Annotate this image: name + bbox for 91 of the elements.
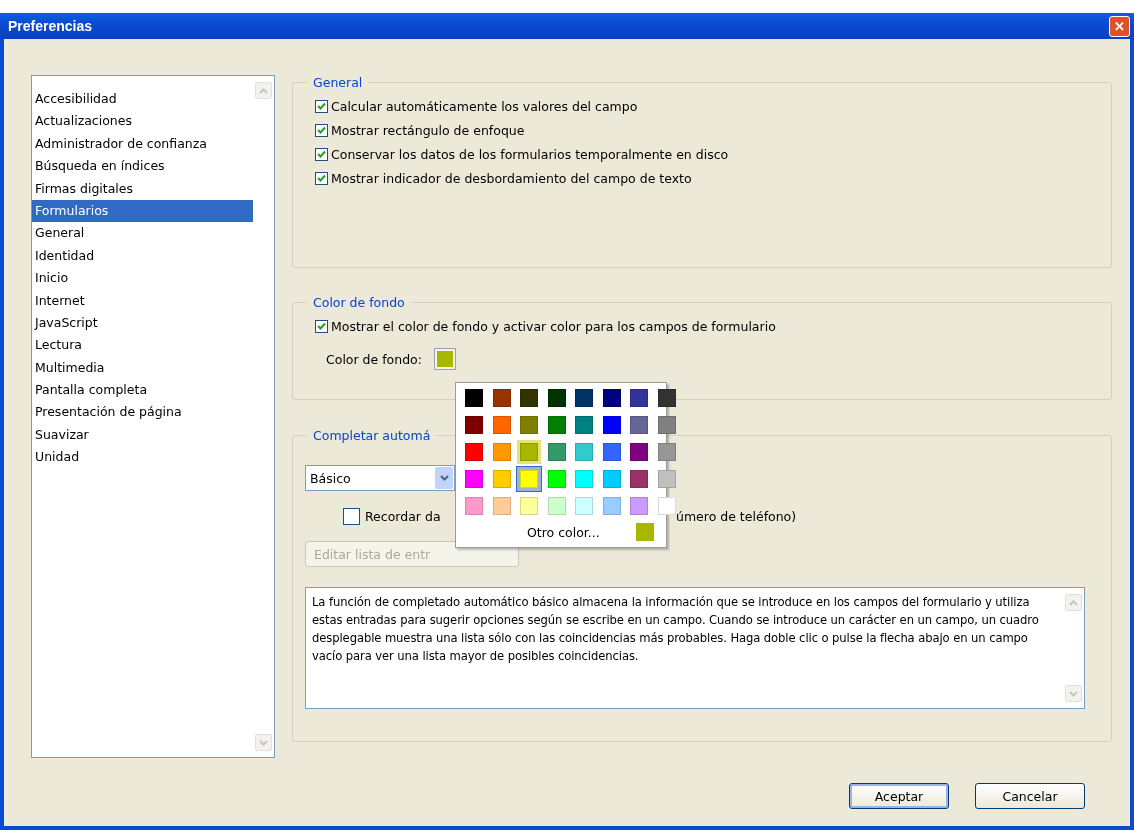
color-swatch[interactable] <box>465 389 483 407</box>
category-item[interactable]: Presentación de página <box>32 401 253 424</box>
category-item[interactable]: Suavizar <box>32 423 253 447</box>
color-swatch[interactable] <box>520 389 538 407</box>
color-label: Color de fondo: <box>326 351 422 367</box>
color-swatch[interactable] <box>465 470 483 488</box>
category-item[interactable]: Accesibilidad <box>32 88 253 111</box>
accept-button[interactable]: Aceptar <box>849 783 949 809</box>
category-item[interactable]: Firmas digitales <box>32 177 253 200</box>
color-swatch[interactable] <box>575 497 593 515</box>
color-swatch[interactable] <box>602 470 621 488</box>
color-picker-button[interactable] <box>434 348 456 370</box>
scroll-up-button[interactable] <box>255 82 272 99</box>
color-swatch[interactable] <box>657 389 676 407</box>
color-swatch[interactable] <box>547 443 566 461</box>
color-swatch[interactable] <box>547 497 566 515</box>
color-swatch[interactable] <box>465 497 483 515</box>
cancel-button[interactable]: Cancelar <box>975 783 1085 809</box>
chevron-up-icon <box>1069 599 1078 606</box>
color-swatch[interactable] <box>465 443 483 461</box>
category-item[interactable]: Lectura <box>32 334 253 357</box>
checkbox-label: Mostrar el color de fondo y activar color para los campos de formulario <box>331 318 776 334</box>
checkbox-label: Calcular automáticamente los valores del campo <box>331 98 638 114</box>
category-item[interactable]: Búsqueda en índices <box>32 155 253 178</box>
chevron-down-icon <box>259 739 268 746</box>
color-swatch[interactable] <box>630 443 648 461</box>
scroll-down-button[interactable] <box>1065 685 1082 702</box>
color-swatch[interactable] <box>630 416 648 434</box>
color-swatch[interactable] <box>630 389 648 407</box>
color-swatch[interactable] <box>492 389 511 407</box>
category-item[interactable]: Formularios <box>32 199 253 223</box>
group-title: Color de fondo <box>312 295 406 310</box>
color-swatch[interactable] <box>520 443 538 461</box>
color-swatch[interactable] <box>602 443 621 461</box>
checkbox[interactable] <box>315 99 328 113</box>
color-swatch[interactable] <box>492 470 511 488</box>
checkbox[interactable] <box>315 319 328 333</box>
color-swatch[interactable] <box>575 443 593 461</box>
checkbox[interactable] <box>343 507 360 525</box>
window-title: Preferencias <box>8 18 93 34</box>
checkbox-label: Mostrar indicador de desbordamiento del campo de texto <box>331 170 692 186</box>
color-swatch[interactable] <box>547 389 566 407</box>
group-title: General <box>312 75 364 90</box>
color-swatch[interactable] <box>630 497 648 515</box>
checkbox[interactable] <box>315 123 328 137</box>
color-swatch[interactable] <box>636 523 654 541</box>
checkbox-label: Conservar los datos de los formularios temporalmente en disco <box>331 146 729 162</box>
category-item[interactable]: General <box>32 222 253 245</box>
category-item[interactable]: JavaScript <box>32 311 253 335</box>
color-swatch[interactable] <box>657 443 676 461</box>
color-swatch[interactable] <box>465 416 483 434</box>
color-swatch[interactable] <box>492 416 511 434</box>
other-color-option[interactable]: Otro color... <box>527 524 600 540</box>
color-swatch[interactable] <box>657 470 676 488</box>
group-title: Completar automá <box>312 428 432 443</box>
category-item[interactable]: Administrador de confianza <box>32 132 253 156</box>
close-button[interactable]: ✕ <box>1109 15 1130 37</box>
checkbox[interactable] <box>315 147 328 161</box>
chevron-down-icon <box>439 475 449 481</box>
color-swatch[interactable] <box>602 389 621 407</box>
color-swatch[interactable] <box>657 497 676 515</box>
category-item[interactable]: Multimedia <box>32 356 253 380</box>
color-swatch[interactable] <box>547 416 566 434</box>
color-swatch[interactable] <box>575 470 593 488</box>
description-text: La función de completado automático básico almacena la información que se introduce en los campos del formulario y utiliza estas entradas para sugerir opciones según se escribe en un campo. Cuando se introduce un carácter en un campo, un cuadro desplegable muestra una lista sólo con las coincidencias más probables. Haga doble clic o pulse la flecha abajo en un campo vacío para ver una lista mayor de posibles coincidencias. <box>311 594 1040 665</box>
scroll-up-button[interactable] <box>1065 594 1082 611</box>
color-swatch[interactable] <box>602 416 621 434</box>
scroll-down-button[interactable] <box>255 734 272 751</box>
color-swatch[interactable] <box>520 497 538 515</box>
category-item[interactable]: Pantalla completa <box>32 379 253 402</box>
category-item[interactable]: Inicio <box>32 267 253 290</box>
category-item[interactable]: Identidad <box>32 244 253 268</box>
color-swatch[interactable] <box>492 443 511 461</box>
checkbox-label: Mostrar rectángulo de enfoque <box>331 122 525 138</box>
chevron-down-icon <box>1069 690 1078 697</box>
checkbox[interactable] <box>315 171 328 185</box>
checkbox-label: Recordar da <box>365 508 441 524</box>
color-swatch[interactable] <box>602 497 621 515</box>
chevron-up-icon <box>259 87 268 94</box>
mode-dropdown[interactable]: Básico <box>305 465 455 491</box>
color-swatch[interactable] <box>547 470 566 488</box>
checkbox-label: úmero de teléfono) <box>676 508 797 524</box>
category-item[interactable]: Unidad <box>32 446 253 469</box>
category-item[interactable]: Actualizaciones <box>32 110 253 133</box>
color-swatch[interactable] <box>630 470 648 488</box>
color-swatch[interactable] <box>520 416 538 434</box>
color-swatch[interactable] <box>575 416 593 434</box>
color-swatch[interactable] <box>492 497 511 515</box>
color-swatch[interactable] <box>657 416 676 434</box>
category-item[interactable]: Internet <box>32 289 253 312</box>
color-swatch[interactable] <box>575 389 593 407</box>
